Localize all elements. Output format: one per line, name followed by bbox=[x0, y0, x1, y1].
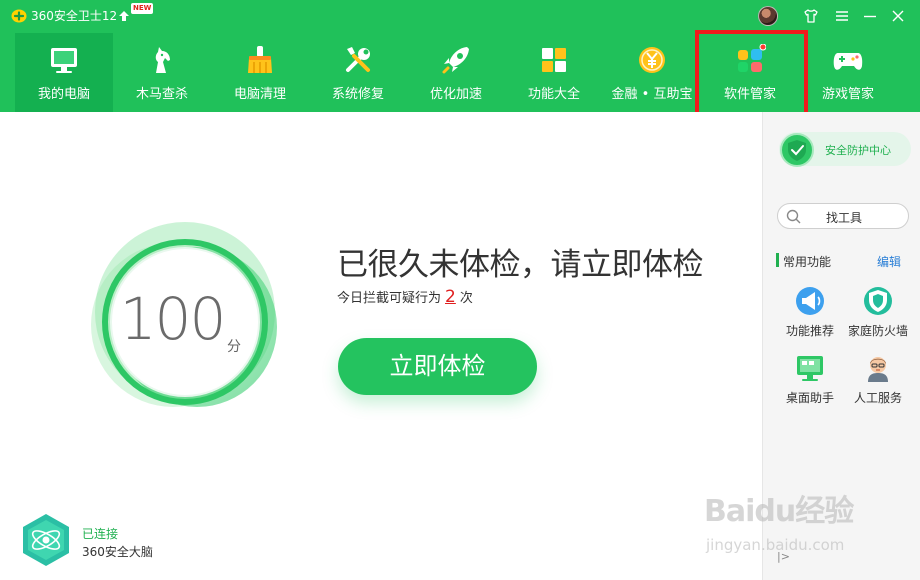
security-center-label: 安全防护中心 bbox=[825, 144, 891, 157]
nav-label: 系统修复 bbox=[331, 87, 384, 102]
nav-label: 我的电脑 bbox=[37, 87, 90, 102]
software-manager-icon bbox=[738, 44, 766, 72]
megaphone-icon bbox=[796, 287, 824, 315]
avatar[interactable] bbox=[758, 6, 778, 26]
tool-label: 家庭防火墙 bbox=[847, 324, 908, 338]
close-icon[interactable] bbox=[890, 8, 906, 24]
skin-icon[interactable] bbox=[803, 8, 819, 24]
intercept-count-link[interactable]: 2 bbox=[445, 287, 456, 307]
tool-recommend[interactable]: 功能推荐 bbox=[772, 285, 848, 338]
security-center-button[interactable]: 安全防护中心 bbox=[779, 132, 911, 167]
nav-game-manager[interactable]: 游戏管家 bbox=[799, 33, 897, 112]
intercept-prefix: 今日拦截可疑行为 bbox=[337, 291, 442, 306]
collapse-sidebar-toggle[interactable]: |> bbox=[777, 550, 790, 563]
tool-label: 人工服务 bbox=[853, 391, 902, 405]
start-checkup-button[interactable]: 立即体检 bbox=[338, 338, 537, 395]
nav-my-computer[interactable]: 我的电脑 bbox=[15, 33, 113, 112]
main-nav: 我的电脑 木马查杀 电脑清理 系统修复 优化加速 功能大全 金融 • 互助宝 软… bbox=[15, 33, 920, 112]
repair-tools-icon bbox=[346, 47, 370, 72]
main-panel: 100 分 已很久未体检，请立即体检 今日拦截可疑行为 2 次 立即体检 已连接 3… bbox=[0, 112, 762, 580]
brain-label: 360安全大脑 bbox=[82, 545, 153, 559]
logo-icon bbox=[11, 9, 27, 23]
tool-label: 桌面助手 bbox=[785, 391, 834, 405]
rocket-icon bbox=[442, 47, 469, 74]
desktop-assistant-icon bbox=[797, 356, 823, 381]
find-tools-search[interactable]: 找工具 bbox=[777, 203, 909, 229]
security-score: 100 bbox=[119, 285, 227, 353]
checkup-headline: 已很久未体检，请立即体检 bbox=[337, 247, 704, 283]
nav-all-features[interactable]: 功能大全 bbox=[505, 33, 603, 112]
intercept-summary: 今日拦截可疑行为 2 次 bbox=[337, 287, 473, 307]
nav-label: 软件管家 bbox=[723, 87, 776, 102]
firewall-shield-icon bbox=[864, 287, 892, 315]
intercept-suffix: 次 bbox=[459, 291, 473, 306]
nav-label: 木马查杀 bbox=[135, 87, 188, 102]
edit-link[interactable]: 编辑 bbox=[877, 253, 901, 270]
nav-label: 金融 • 互助宝 bbox=[611, 87, 693, 102]
horse-icon bbox=[155, 47, 170, 73]
grid-icon bbox=[542, 48, 566, 72]
computer-icon bbox=[51, 48, 77, 73]
nav-label: 优化加速 bbox=[429, 87, 482, 102]
nav-system-repair[interactable]: 系统修复 bbox=[309, 33, 407, 112]
common-functions-title: 常用功能 bbox=[783, 255, 832, 269]
broom-icon bbox=[248, 46, 272, 73]
minimize-icon[interactable] bbox=[862, 8, 878, 24]
app-title: 360安全卫士12 bbox=[31, 9, 118, 23]
nav-finance[interactable]: 金融 • 互助宝 bbox=[603, 33, 701, 112]
nav-trojan-scan[interactable]: 木马查杀 bbox=[113, 33, 211, 112]
tool-home-firewall[interactable]: 家庭防火墙 bbox=[840, 285, 916, 338]
gamepad-icon bbox=[833, 53, 863, 70]
security-brain-icon[interactable] bbox=[20, 512, 72, 568]
nav-optimize[interactable]: 优化加速 bbox=[407, 33, 505, 112]
support-agent-icon bbox=[868, 357, 888, 382]
upgrade-arrow-icon[interactable] bbox=[118, 10, 130, 22]
nav-software-manager[interactable]: 软件管家 bbox=[701, 33, 799, 112]
nav-pc-cleanup[interactable]: 电脑清理 bbox=[211, 33, 309, 112]
tool-desktop-assistant[interactable]: 桌面助手 bbox=[772, 352, 848, 405]
nav-label: 游戏管家 bbox=[821, 87, 874, 102]
title-bar: 360安全卫士12 NEW bbox=[0, 0, 920, 32]
section-marker bbox=[776, 253, 779, 267]
menu-icon[interactable] bbox=[834, 8, 850, 24]
right-sidebar: 安全防护中心 找工具 常用功能 编辑 功能推荐 家庭防火墙 桌面助手 人工服务 … bbox=[762, 112, 920, 580]
nav-label: 电脑清理 bbox=[233, 87, 286, 102]
new-badge: NEW bbox=[131, 3, 154, 14]
header: 360安全卫士12 NEW 我的电脑 木马查杀 电脑清理 系统修复 优化加速 功… bbox=[0, 0, 920, 112]
coin-icon bbox=[639, 47, 665, 73]
tool-label: 功能推荐 bbox=[785, 324, 834, 338]
tool-human-service[interactable]: 人工服务 bbox=[840, 352, 916, 405]
nav-label: 功能大全 bbox=[527, 87, 580, 102]
find-tools-label: 找工具 bbox=[825, 211, 862, 225]
score-unit: 分 bbox=[227, 339, 241, 355]
shield-icon bbox=[780, 133, 814, 167]
brain-connection-status: 已连接 bbox=[82, 527, 119, 541]
